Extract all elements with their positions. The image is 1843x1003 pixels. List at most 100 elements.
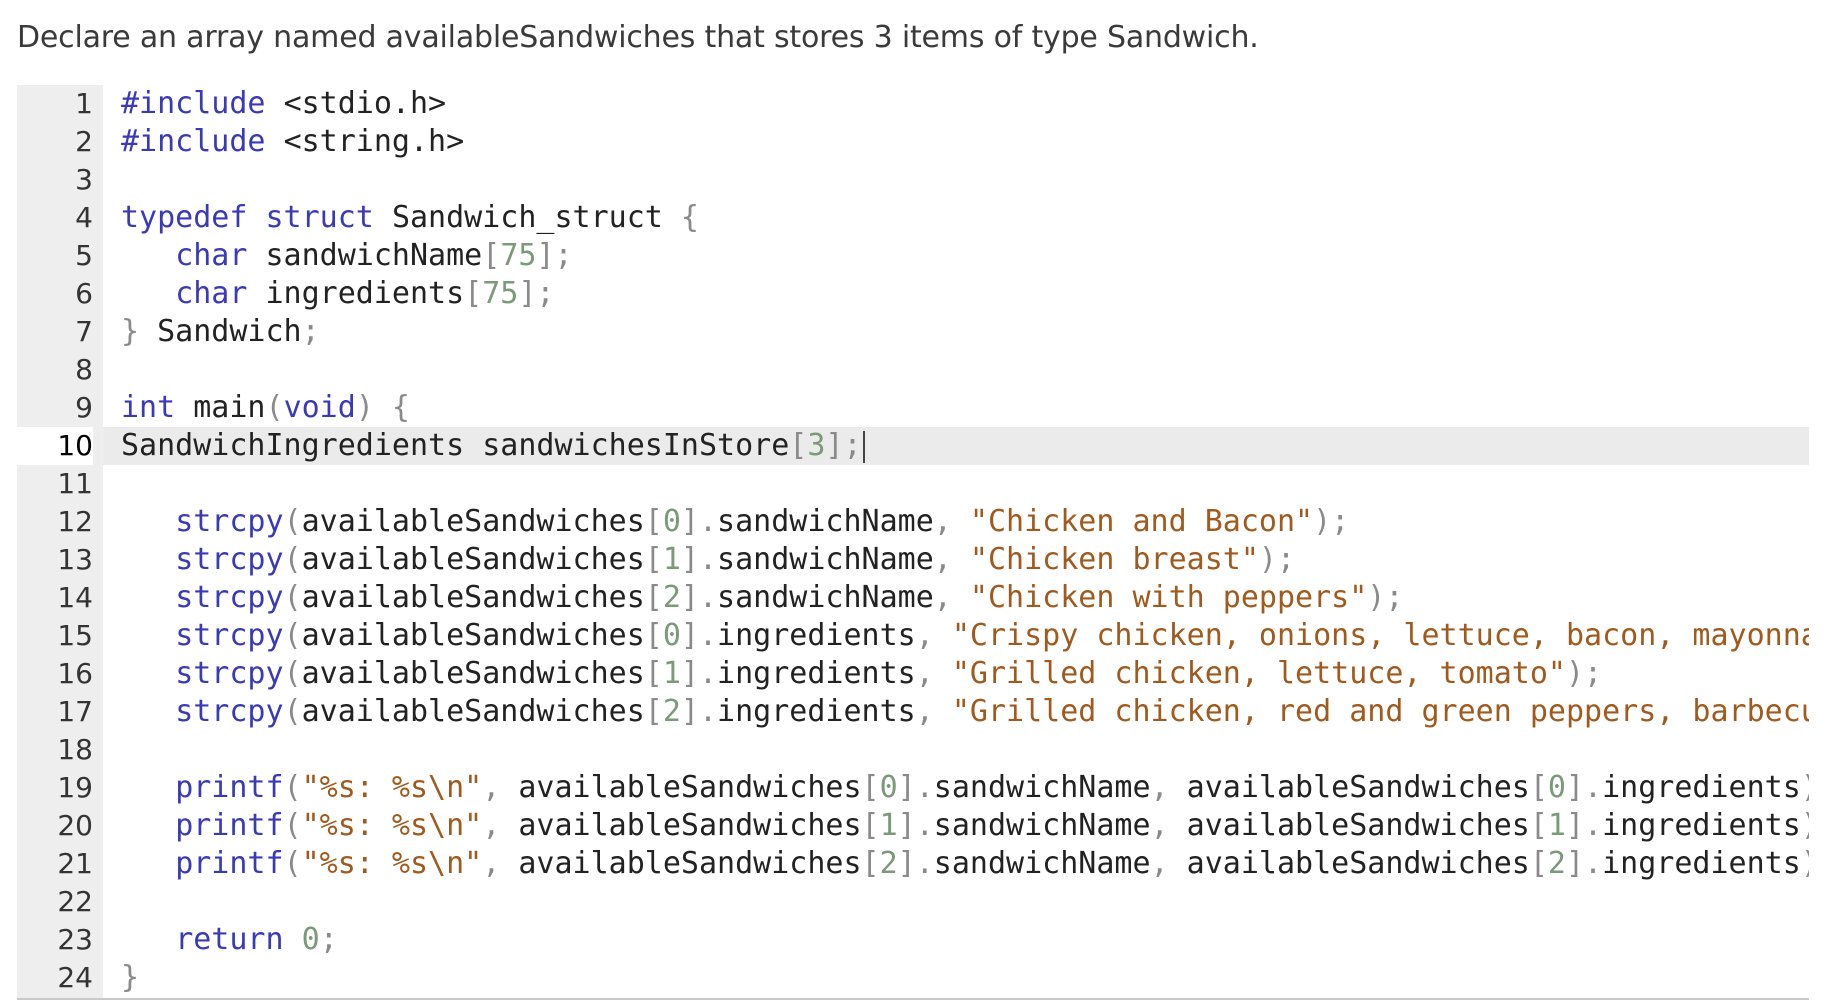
- code-text[interactable]: strcpy(availableSandwiches[2].sandwichNa…: [121, 579, 1403, 617]
- code-line-content[interactable]: [103, 161, 1809, 199]
- code-line-content[interactable]: return 0;: [103, 921, 1809, 959]
- code-token: ,: [933, 580, 970, 615]
- code-line-content[interactable]: }: [103, 959, 1809, 997]
- code-line-content[interactable]: printf("%s: %s\n", availableSandwiches[2…: [103, 845, 1809, 883]
- code-text[interactable]: strcpy(availableSandwiches[0].ingredient…: [121, 617, 1809, 655]
- code-line-content[interactable]: strcpy(availableSandwiches[2].sandwichNa…: [103, 579, 1809, 617]
- code-text[interactable]: } Sandwich;: [121, 313, 320, 351]
- code-line[interactable]: 18: [17, 731, 1809, 769]
- line-number: 3: [75, 163, 93, 196]
- code-line[interactable]: 8: [17, 351, 1809, 389]
- code-token: }: [121, 314, 158, 349]
- code-token: "%s: %s\n": [301, 770, 483, 805]
- code-line[interactable]: 6 char ingredients[75];: [17, 275, 1809, 313]
- code-token: availableSandwiches: [301, 618, 645, 653]
- code-line[interactable]: 21 printf("%s: %s\n", availableSandwiche…: [17, 845, 1809, 883]
- code-text[interactable]: int main(void) {: [121, 389, 410, 427]
- code-token: Sandwich: [157, 314, 302, 349]
- code-token: "Chicken and Bacon": [969, 504, 1314, 539]
- code-token: 3: [807, 428, 826, 463]
- code-text[interactable]: strcpy(availableSandwiches[1].sandwichNa…: [121, 541, 1295, 579]
- code-line-content[interactable]: strcpy(availableSandwiches[2].ingredient…: [103, 693, 1809, 731]
- code-line[interactable]: 11: [17, 465, 1809, 503]
- code-line[interactable]: 14 strcpy(availableSandwiches[2].sandwic…: [17, 579, 1809, 617]
- code-line-content[interactable]: [103, 883, 1809, 921]
- code-token: char: [175, 238, 266, 273]
- code-text[interactable]: #include <stdio.h>: [121, 85, 446, 123]
- code-text[interactable]: strcpy(availableSandwiches[1].ingredient…: [121, 655, 1602, 693]
- code-line-content[interactable]: printf("%s: %s\n", availableSandwiches[0…: [103, 769, 1809, 807]
- code-token: [: [644, 580, 663, 615]
- code-line[interactable]: 20 printf("%s: %s\n", availableSandwiche…: [17, 807, 1809, 845]
- code-token: [: [861, 846, 880, 881]
- code-line[interactable]: 10 SandwichIngredients sandwichesInStore[…: [17, 427, 1809, 465]
- code-token: ].: [897, 808, 934, 843]
- code-line[interactable]: 2 #include <string.h>: [17, 123, 1809, 161]
- code-line-content[interactable]: strcpy(availableSandwiches[1].ingredient…: [103, 655, 1809, 693]
- code-line-content[interactable]: typedef struct Sandwich_struct {: [103, 199, 1809, 237]
- code-line-content[interactable]: char sandwichName[75];: [103, 237, 1809, 275]
- code-lines[interactable]: 1 #include <stdio.h> 2 #include <string.h> 3…: [17, 85, 1809, 997]
- code-line-content[interactable]: strcpy(availableSandwiches[0].ingredient…: [103, 617, 1809, 655]
- code-token: [: [644, 656, 663, 691]
- code-line[interactable]: 7} Sandwich;: [17, 313, 1809, 351]
- code-line-content[interactable]: #include <string.h>: [103, 123, 1809, 161]
- code-line[interactable]: 13 strcpy(availableSandwiches[1].sandwic…: [17, 541, 1809, 579]
- code-text[interactable]: SandwichIngredients sandwichesInStore[3]…: [121, 427, 865, 465]
- code-line-content[interactable]: printf("%s: %s\n", availableSandwiches[1…: [103, 807, 1809, 845]
- code-token: );: [1313, 504, 1350, 539]
- code-text[interactable]: }: [121, 959, 139, 997]
- code-text[interactable]: char sandwichName[75];: [121, 237, 572, 275]
- code-token: ingredients: [265, 276, 465, 311]
- code-line-content[interactable]: int main(void) {: [103, 389, 1809, 427]
- code-line[interactable]: 22: [17, 883, 1809, 921]
- code-line[interactable]: 9 int main(void) {: [17, 389, 1809, 427]
- code-editor[interactable]: 1 #include <stdio.h> 2 #include <string.h> 3…: [17, 85, 1809, 1000]
- line-number: 12: [57, 505, 93, 538]
- code-token: );: [1801, 808, 1809, 843]
- code-line-content[interactable]: [103, 731, 1809, 769]
- code-token: "Grilled chicken, lettuce, tomato": [951, 656, 1566, 691]
- code-token: [: [464, 276, 483, 311]
- code-line-content[interactable]: char ingredients[75];: [103, 275, 1809, 313]
- code-line-content[interactable]: [103, 351, 1809, 389]
- code-text[interactable]: #include <string.h>: [121, 123, 464, 161]
- code-line[interactable]: 1 #include <stdio.h>: [17, 85, 1809, 123]
- code-line[interactable]: 3: [17, 161, 1809, 199]
- code-line[interactable]: 15 strcpy(availableSandwiches[0].ingredi…: [17, 617, 1809, 655]
- code-line-content[interactable]: strcpy(availableSandwiches[0].sandwichNa…: [103, 503, 1809, 541]
- code-line-content[interactable]: [103, 465, 1809, 503]
- code-token: char: [175, 276, 266, 311]
- code-text[interactable]: printf("%s: %s\n", availableSandwiches[0…: [121, 769, 1809, 807]
- code-line-content[interactable]: #include <stdio.h>: [103, 85, 1809, 123]
- code-line[interactable]: 24}: [17, 959, 1809, 997]
- code-line[interactable]: 19 printf("%s: %s\n", availableSandwiche…: [17, 769, 1809, 807]
- code-line[interactable]: 12 strcpy(availableSandwiches[0].sandwic…: [17, 503, 1809, 541]
- code-text[interactable]: strcpy(availableSandwiches[2].ingredient…: [121, 693, 1809, 731]
- code-text[interactable]: printf("%s: %s\n", availableSandwiches[2…: [121, 845, 1809, 883]
- code-text[interactable]: return 0;: [121, 921, 338, 959]
- code-text[interactable]: strcpy(availableSandwiches[0].sandwichNa…: [121, 503, 1349, 541]
- line-number: 4: [75, 201, 93, 234]
- code-text[interactable]: char ingredients[75];: [121, 275, 554, 313]
- line-number: 10: [17, 427, 93, 465]
- code-line[interactable]: 16 strcpy(availableSandwiches[1].ingredi…: [17, 655, 1809, 693]
- code-line[interactable]: 5 char sandwichName[75];: [17, 237, 1809, 275]
- code-line-content[interactable]: } Sandwich;: [103, 313, 1809, 351]
- code-line[interactable]: 23 return 0;: [17, 921, 1809, 959]
- code-line[interactable]: 4 typedef struct Sandwich_struct {: [17, 199, 1809, 237]
- code-line[interactable]: 17 strcpy(availableSandwiches[2].ingredi…: [17, 693, 1809, 731]
- code-token: ,: [915, 618, 952, 653]
- code-token: "Crispy chicken, onions, lettuce, bacon,…: [951, 618, 1809, 653]
- code-text[interactable]: typedef struct Sandwich_struct {: [121, 199, 699, 237]
- code-text[interactable]: printf("%s: %s\n", availableSandwiches[1…: [121, 807, 1809, 845]
- code-line-content[interactable]: SandwichIngredients sandwichesInStore[3]…: [103, 427, 1809, 465]
- code-token: );: [1801, 770, 1809, 805]
- code-token: strcpy: [175, 694, 284, 729]
- code-line-content[interactable]: strcpy(availableSandwiches[1].sandwichNa…: [103, 541, 1809, 579]
- code-token: ;: [319, 922, 338, 957]
